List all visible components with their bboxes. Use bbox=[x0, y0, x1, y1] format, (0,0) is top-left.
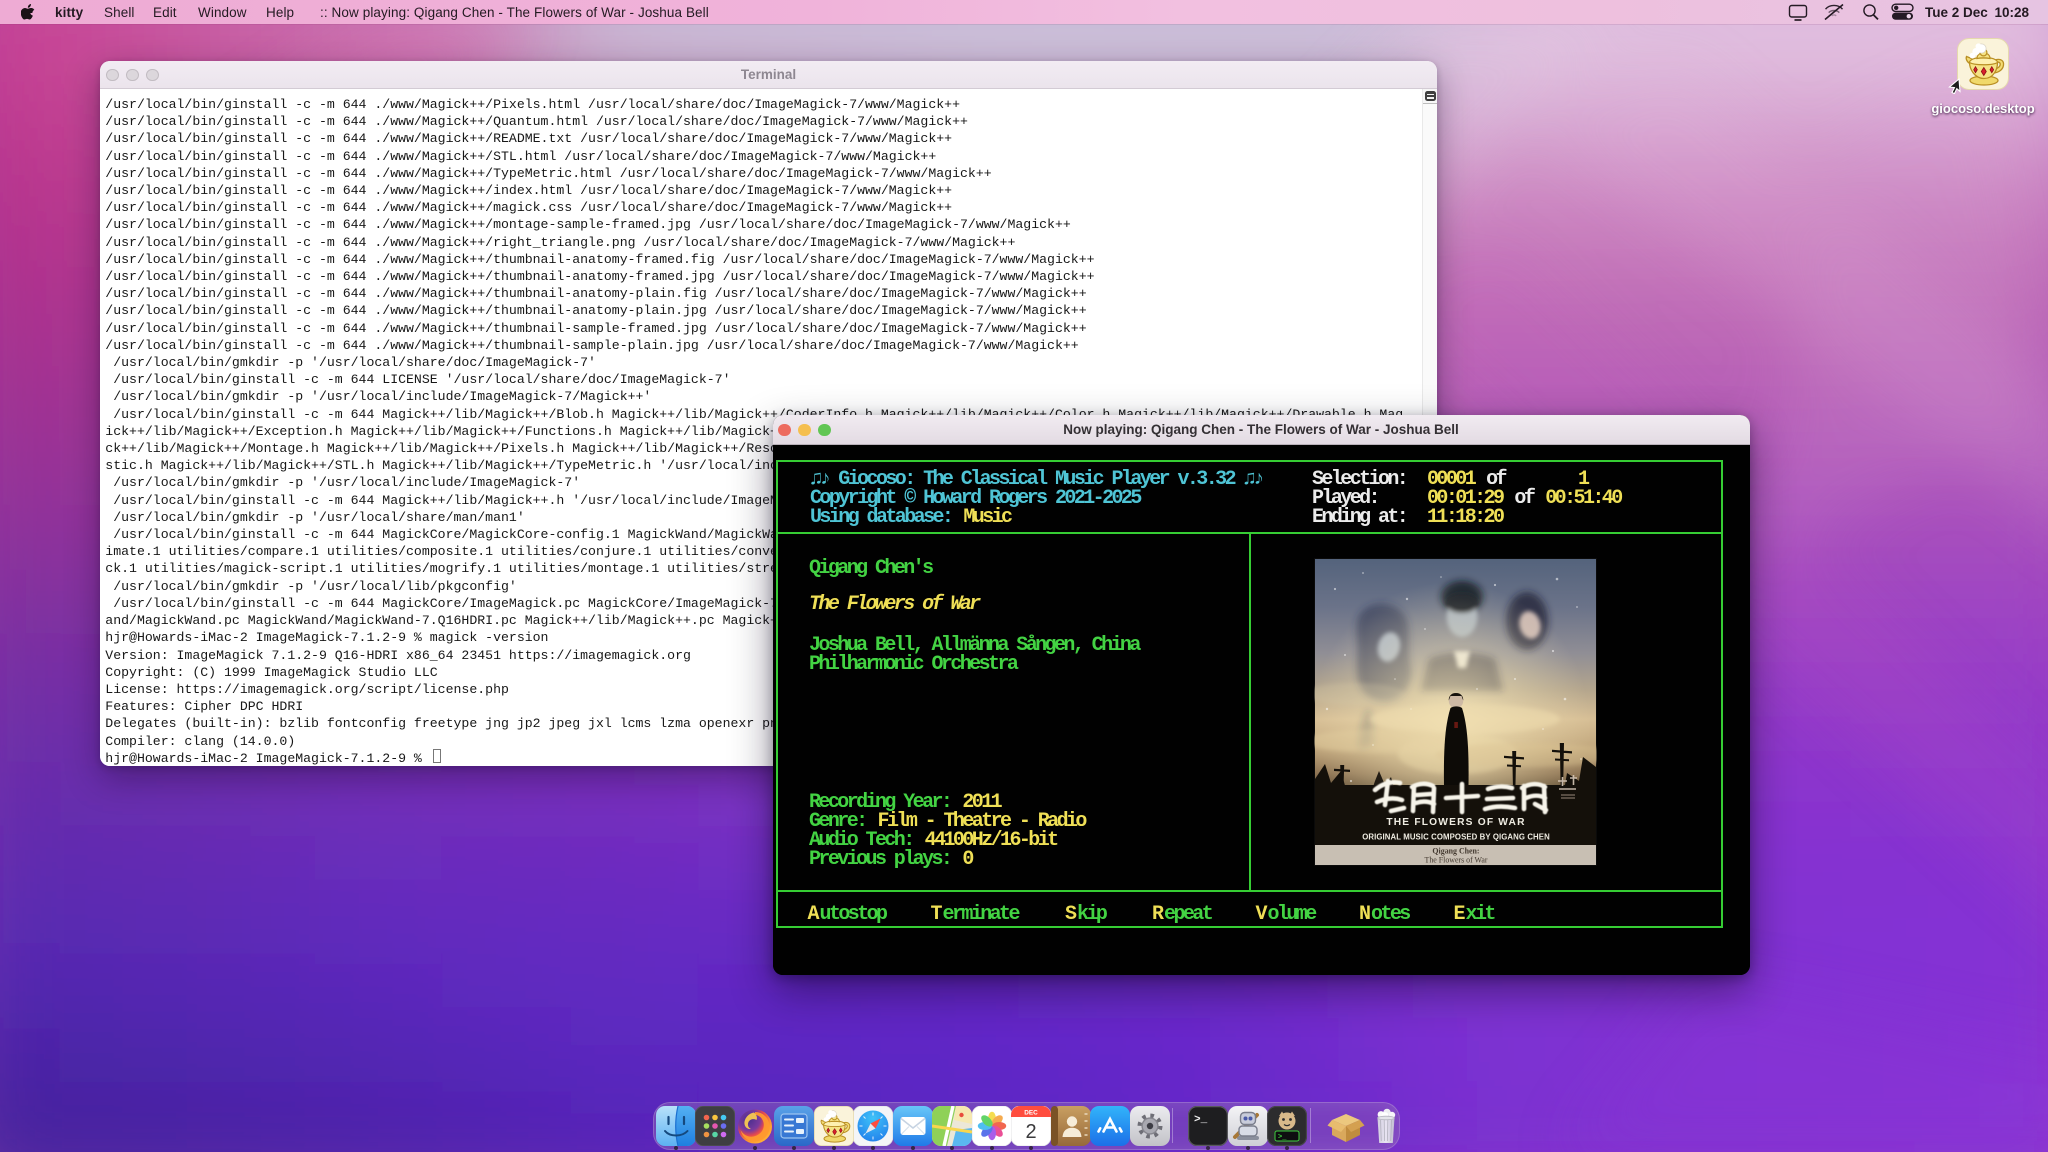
svg-text:THE FLOWERS OF WAR: THE FLOWERS OF WAR bbox=[1386, 817, 1525, 828]
svg-text:ORIGINAL MUSIC COMPOSED BY QIG: ORIGINAL MUSIC COMPOSED BY QIGANG CHEN bbox=[1362, 833, 1550, 842]
svg-text:DEC: DEC bbox=[1024, 1109, 1038, 1116]
svg-text:>_: >_ bbox=[1194, 1114, 1208, 1126]
svg-text:2: 2 bbox=[1026, 1121, 1037, 1143]
svg-text:>_: >_ bbox=[1278, 1133, 1287, 1141]
svg-text:The Flowers of War: The Flowers of War bbox=[1424, 856, 1487, 865]
svg-text:Qigang Chen:: Qigang Chen: bbox=[1432, 847, 1479, 856]
